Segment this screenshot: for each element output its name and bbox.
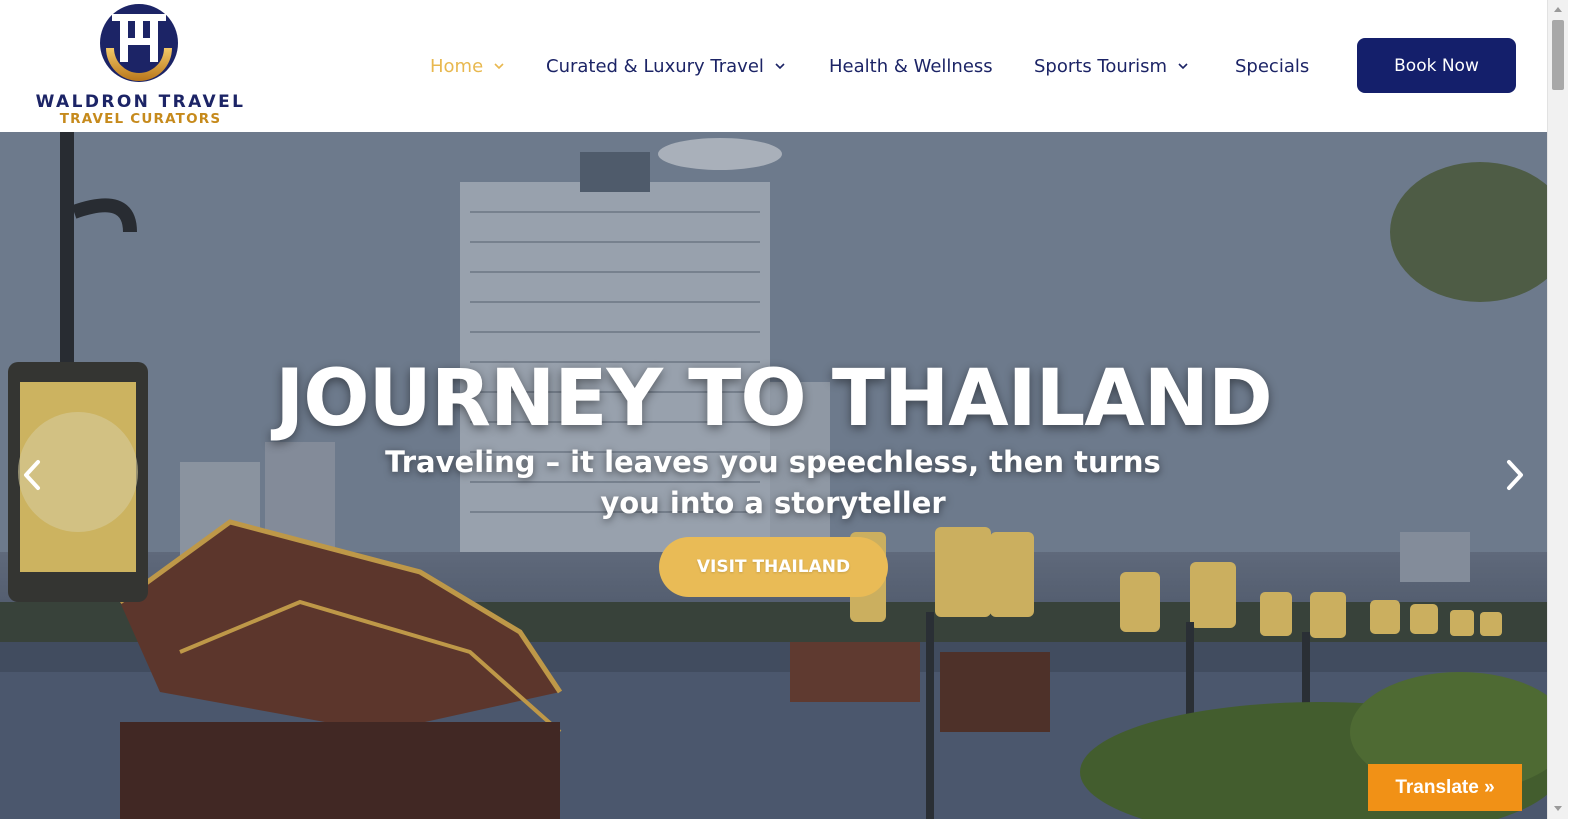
logo-name: WALDRON TRAVEL xyxy=(35,92,246,112)
chevron-down-icon xyxy=(1177,60,1189,72)
nav-item-specials[interactable]: Specials xyxy=(1235,52,1309,80)
site-logo[interactable]: WALDRON TRAVEL TRAVEL CURATORS xyxy=(28,2,253,130)
scroll-down-icon[interactable] xyxy=(1553,805,1563,813)
page-scrollbar[interactable] xyxy=(1547,0,1568,819)
visit-thailand-button[interactable]: VISIT THAILAND xyxy=(659,537,888,597)
nav-item-home[interactable]: Home xyxy=(430,52,505,80)
site-header: WALDRON TRAVEL TRAVEL CURATORS Home Cura… xyxy=(0,0,1547,132)
scrollbar-thumb[interactable] xyxy=(1552,20,1564,90)
nav-item-health-wellness[interactable]: Health & Wellness xyxy=(829,52,993,80)
hero-slider: JOURNEY TO THAILAND Traveling – it leave… xyxy=(0,132,1547,819)
nav-item-label: Health & Wellness xyxy=(829,55,993,77)
logo-tagline: TRAVEL CURATORS xyxy=(59,111,222,127)
nav-item-sports-tourism[interactable]: Sports Tourism xyxy=(1034,52,1189,80)
chevron-down-icon xyxy=(774,60,786,72)
nav-item-label: Home xyxy=(430,55,484,77)
chevron-right-icon[interactable] xyxy=(1503,458,1527,492)
chevron-left-icon[interactable] xyxy=(20,458,44,492)
nav-item-label: Curated & Luxury Travel xyxy=(546,55,764,77)
scroll-up-icon[interactable] xyxy=(1553,5,1563,13)
nav-item-label: Specials xyxy=(1235,55,1310,77)
hero-title: JOURNEY TO THAILAND xyxy=(275,354,1273,444)
book-now-button[interactable]: Book Now xyxy=(1357,38,1516,93)
translate-button[interactable]: Translate » xyxy=(1368,764,1522,811)
nav-item-curated-luxury-travel[interactable]: Curated & Luxury Travel xyxy=(546,52,786,80)
hero-subtitle: Traveling – it leaves you speechless, th… xyxy=(385,445,1161,520)
chevron-down-icon xyxy=(493,60,505,72)
logo-mark-icon xyxy=(100,4,178,82)
nav-item-label: Sports Tourism xyxy=(1034,55,1168,77)
